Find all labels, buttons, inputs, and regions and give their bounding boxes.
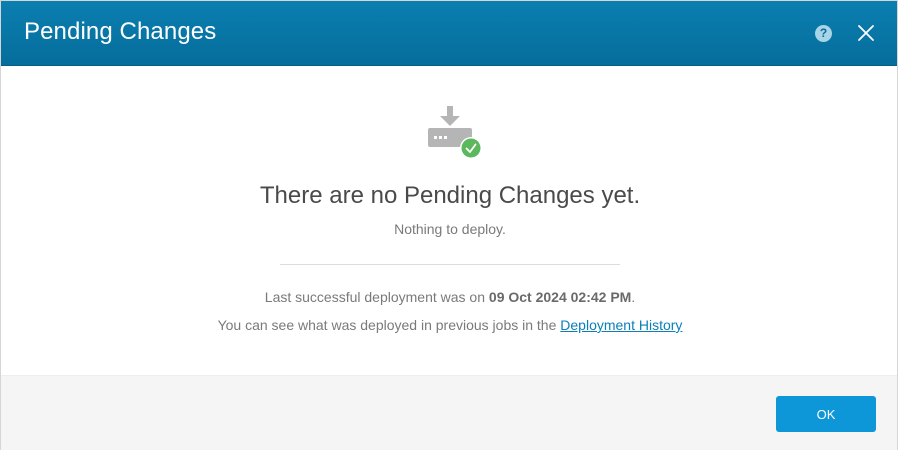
deploy-download-check-icon [425,104,485,162]
divider [280,264,620,265]
close-icon[interactable] [857,24,875,42]
pending-changes-dialog: Pending Changes ? There are no Pending C… [0,0,898,450]
help-icon[interactable]: ? [815,25,832,42]
last-deployment-suffix: . [631,289,636,305]
ok-button[interactable]: OK [776,396,876,432]
close-x-icon [858,25,874,41]
last-deployment-date: 09 Oct 2024 02:42 PM [488,289,632,305]
dialog-footer: OK [1,375,897,450]
deployment-history-prefix: You can see what was deployed in previou… [217,317,561,333]
empty-state-title: There are no Pending Changes yet. [259,182,641,209]
last-deployment-prefix: Last successful deployment was on [264,289,489,305]
dialog-body: There are no Pending Changes yet. Nothin… [1,66,897,375]
deployment-history-link[interactable]: Deployment History [560,317,682,333]
last-deployment-text: Last successful deployment was on 09 Oct… [1,289,898,305]
dialog-header: Pending Changes ? [1,1,897,66]
deployment-history-text: You can see what was deployed in previou… [1,317,898,333]
empty-state-subtitle: Nothing to deploy. [394,221,506,237]
dialog-title: Pending Changes [24,18,217,45]
